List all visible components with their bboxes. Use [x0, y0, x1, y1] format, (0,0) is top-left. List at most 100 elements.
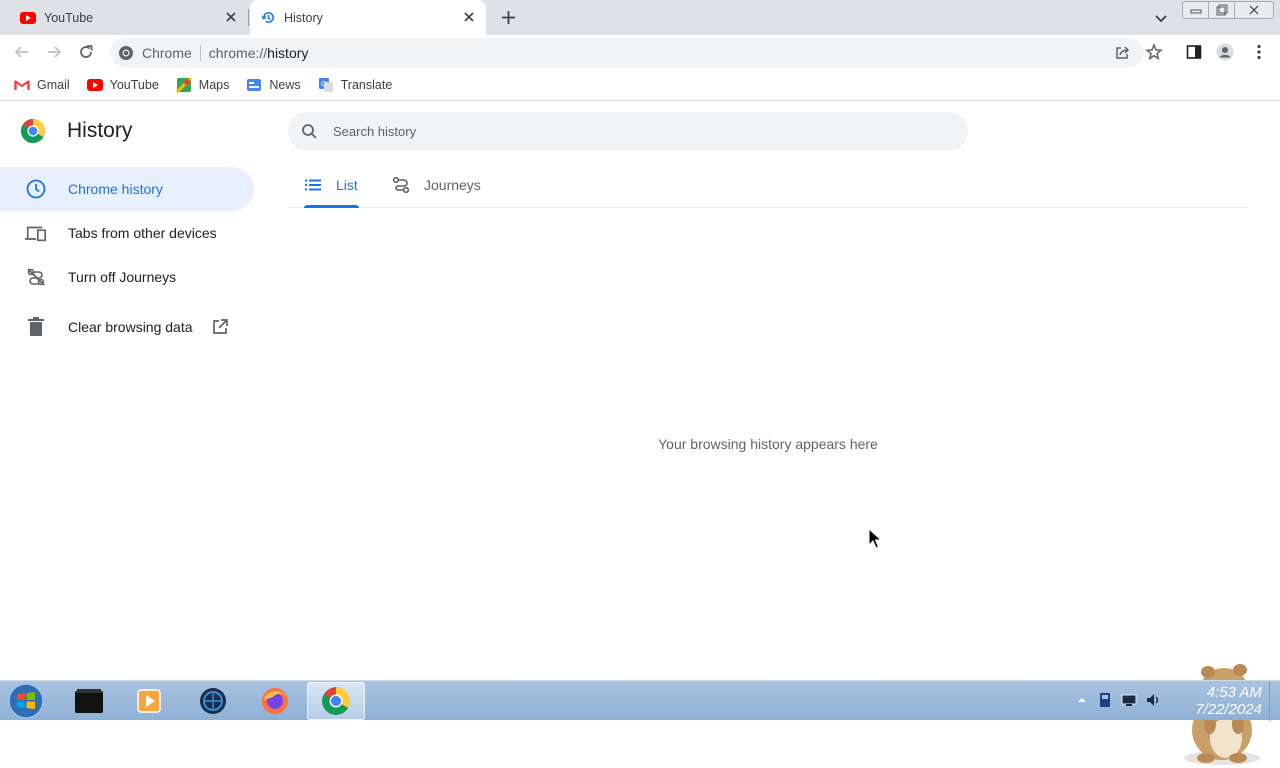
windows-taskbar: 4:53 AM 7/22/2024	[0, 680, 1280, 721]
tab-list[interactable]: List	[304, 162, 359, 208]
profile-icon[interactable]	[1216, 43, 1234, 61]
bookmark-youtube[interactable]: YouTube	[86, 77, 159, 93]
forward-arrow-icon[interactable]	[45, 43, 63, 61]
chrome-logo-icon	[20, 119, 46, 144]
tab-title: History	[284, 10, 323, 25]
tray-app-icon[interactable]	[1097, 692, 1113, 708]
youtube-icon	[20, 10, 36, 26]
sidebar-item-label: Turn off Journeys	[68, 269, 177, 285]
bookmark-label: Maps	[198, 77, 230, 92]
svg-text:G: G	[321, 80, 326, 88]
taskbar-clock[interactable]: 4:53 AM 7/22/2024	[1166, 684, 1262, 718]
taskbar-app-globe[interactable]	[184, 682, 242, 720]
youtube-icon	[86, 77, 103, 93]
tab-youtube[interactable]: YouTube	[0, 0, 248, 35]
empty-state-message: Your browsing history appears here	[658, 436, 878, 452]
chevron-down-icon[interactable]	[1153, 10, 1169, 26]
sidebar-item-label: Chrome history	[68, 181, 163, 197]
firefox-icon	[262, 688, 288, 714]
search-history-field[interactable]	[288, 112, 968, 151]
url-scheme: chrome://	[208, 44, 268, 61]
side-panel-icon[interactable]	[1185, 43, 1203, 61]
site-chip: Chrome	[142, 44, 192, 61]
media-player-icon	[137, 689, 161, 713]
close-window-button[interactable]	[1234, 1, 1274, 19]
history-tabs: List Journeys	[288, 162, 1248, 208]
terminal-icon	[75, 689, 103, 713]
bookmark-label: News	[269, 77, 301, 92]
devices-icon	[25, 222, 47, 244]
sidebar-item-label: Tabs from other devices	[68, 225, 217, 241]
windows-start-icon[interactable]	[6, 682, 46, 720]
share-icon[interactable]	[1114, 45, 1130, 61]
url-path: history	[267, 44, 309, 61]
search-icon	[302, 124, 317, 139]
tab-strip: YouTube History	[0, 0, 1280, 35]
taskbar-app-chrome[interactable]	[307, 682, 365, 720]
sidebar: Chrome history Tabs from other devices T…	[0, 167, 254, 349]
divider	[199, 44, 201, 61]
journeys-icon	[392, 176, 410, 193]
bookmark-maps[interactable]: Maps	[175, 76, 230, 93]
sidebar-item-other-devices[interactable]: Tabs from other devices	[0, 211, 254, 255]
sidebar-item-turn-off-journeys[interactable]: Turn off Journeys	[0, 255, 254, 299]
url-text: chrome://history	[209, 45, 309, 61]
globe-app-icon	[200, 688, 226, 714]
minimize-icon	[1190, 9, 1201, 14]
news-icon	[246, 77, 262, 93]
chrome-icon	[119, 45, 133, 60]
network-icon[interactable]	[1121, 692, 1137, 708]
tab-label: List	[336, 176, 358, 193]
tab-separator	[248, 9, 249, 26]
plus-icon[interactable]	[500, 9, 517, 26]
star-icon[interactable]	[1145, 43, 1163, 61]
tray-expand-icon[interactable]	[1074, 692, 1090, 708]
tab-history[interactable]: History	[250, 0, 486, 35]
restore-icon	[1216, 4, 1227, 16]
history-icon	[260, 10, 276, 26]
bookmark-label: Gmail	[37, 77, 70, 92]
tab-label: Journeys	[424, 176, 481, 193]
taskbar-app-firefox[interactable]	[246, 682, 304, 720]
taskbar-app-media[interactable]	[120, 682, 178, 720]
show-desktop-button[interactable]	[1269, 681, 1280, 721]
open-in-new-icon	[213, 319, 228, 334]
minimize-button[interactable]	[1182, 1, 1209, 19]
gmail-icon	[14, 77, 30, 93]
tab-title: YouTube	[44, 10, 94, 25]
bookmark-news[interactable]: News	[246, 77, 301, 93]
bookmark-label: Translate	[340, 77, 393, 92]
mouse-cursor-icon	[868, 528, 883, 549]
trash-icon	[25, 316, 47, 338]
clock-date: 7/22/2024	[1195, 701, 1262, 718]
page-title: History	[67, 119, 133, 142]
volume-icon[interactable]	[1145, 692, 1161, 708]
address-bar[interactable]: Chrome chrome://history	[110, 38, 1144, 67]
restore-button[interactable]	[1208, 1, 1235, 19]
tab-underline	[304, 205, 359, 208]
more-vert-icon[interactable]	[1250, 43, 1268, 61]
reload-icon[interactable]	[77, 43, 95, 61]
clock-icon	[25, 178, 47, 200]
bookmark-gmail[interactable]: Gmail	[14, 77, 70, 93]
browser-toolbar: Chrome chrome://history	[0, 35, 1280, 69]
clock-time: 4:53 AM	[1206, 684, 1262, 701]
sidebar-item-label: Clear browsing data	[68, 319, 193, 335]
translate-icon: G	[318, 77, 334, 93]
sidebar-item-chrome-history[interactable]: Chrome history	[0, 167, 254, 211]
close-icon	[1249, 5, 1259, 15]
bookmarks-bar: Gmail YouTube Maps News G Translate	[0, 69, 1280, 101]
search-input[interactable]	[333, 124, 893, 139]
list-icon	[305, 179, 321, 190]
bookmark-label: YouTube	[109, 77, 159, 92]
tab-journeys[interactable]: Journeys	[392, 162, 481, 207]
taskbar-app-terminal[interactable]	[60, 682, 118, 720]
bookmark-translate[interactable]: G Translate	[318, 77, 393, 93]
back-arrow-icon[interactable]	[13, 43, 31, 61]
maps-icon	[175, 76, 192, 93]
history-page: History Chrome history Tabs from other d…	[0, 102, 1280, 765]
sidebar-item-clear-browsing-data[interactable]: Clear browsing data	[0, 305, 254, 349]
page-header: History	[20, 118, 132, 144]
close-icon[interactable]	[224, 10, 238, 24]
close-icon[interactable]	[462, 10, 476, 24]
